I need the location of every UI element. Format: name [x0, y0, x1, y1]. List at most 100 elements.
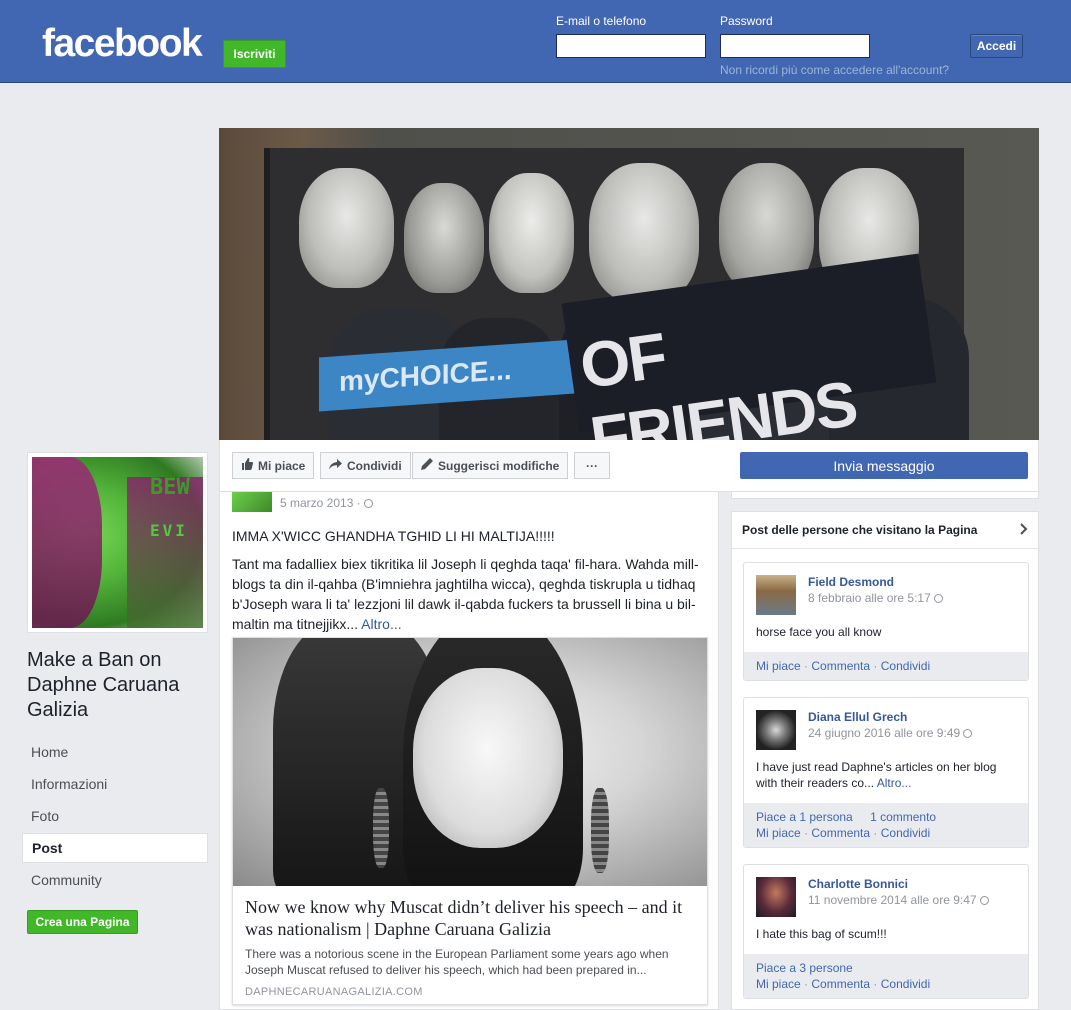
post-timestamp[interactable]: 5 marzo 2013 ·	[280, 496, 374, 510]
share-label: Condividi	[347, 458, 402, 473]
login-button[interactable]: Accedi	[970, 34, 1023, 58]
visitor-name[interactable]: Field Desmond	[808, 575, 894, 589]
visitor-post-actions: Mi piace · Commenta · Condividi	[744, 652, 1028, 680]
visitor-name[interactable]: Diana Ellul Grech	[808, 710, 907, 724]
separator-dot: ·	[804, 977, 809, 991]
thumbs-up-icon	[241, 458, 254, 473]
post-date-text: 5 marzo 2013 ·	[280, 496, 365, 510]
photo-earring	[373, 788, 389, 868]
nav-item-photos[interactable]: Foto	[22, 801, 208, 831]
separator-dot: ·	[873, 659, 878, 673]
email-field[interactable]	[556, 34, 706, 58]
comment-link[interactable]: Commenta	[811, 826, 870, 840]
pencil-icon	[421, 458, 433, 473]
separator-dot: ·	[873, 977, 878, 991]
see-more-link[interactable]: Altro...	[877, 776, 912, 790]
password-label: Password	[720, 14, 773, 28]
figure-face	[489, 173, 574, 293]
chevron-right-icon[interactable]	[1020, 522, 1028, 540]
page-nav: Home Informazioni Foto Post Community	[22, 737, 208, 897]
visitor-post-date[interactable]: 8 febbraio alle ore 5:17	[808, 591, 944, 605]
profile-image-hair	[32, 457, 102, 628]
avatar[interactable]	[756, 575, 796, 615]
link-domain: DAPHNECARUANAGALIZIA.COM	[245, 986, 423, 998]
signup-button[interactable]: Iscriviti	[223, 40, 286, 68]
comment-link[interactable]: Commenta	[811, 977, 870, 991]
post-heading: IMMA X'WICC GHANDHA TGHID LI HI MALTIJA!…	[232, 528, 555, 544]
visitor-posts-header[interactable]: Post delle persone che visitano la Pagin…	[732, 512, 1038, 549]
link-preview-body: Now we know why Muscat didn’t deliver hi…	[233, 886, 707, 1008]
more-icon[interactable]: ···	[574, 452, 610, 479]
photo-earring	[591, 788, 609, 873]
globe-icon	[979, 896, 989, 905]
email-label: E-mail o telefono	[556, 14, 647, 28]
like-link[interactable]: Mi piace	[756, 659, 801, 673]
share-arrow-icon	[329, 458, 342, 473]
visitor-post-date[interactable]: 24 giugno 2016 alle ore 9:49	[808, 726, 973, 740]
comment-link[interactable]: Commenta	[811, 659, 870, 673]
create-page-button[interactable]: Crea una Pagina	[27, 910, 138, 934]
globe-icon	[963, 729, 973, 738]
avatar[interactable]	[756, 710, 796, 750]
post-card: 5 marzo 2013 · IMMA X'WICC GHANDHA TGHID…	[219, 492, 719, 1010]
visitor-post-text: I hate this bag of scum!!!	[756, 927, 887, 941]
cover-photo[interactable]: myCHOICE... OF FRIENDS	[219, 128, 1039, 440]
share-link[interactable]: Condividi	[881, 659, 930, 673]
top-bar: facebook Iscriviti E-mail o telefono Pas…	[0, 0, 1071, 83]
see-more-link[interactable]: Altro...	[361, 616, 401, 632]
visitor-post-stats: Piace a 1 persona 1 commento	[756, 809, 1016, 825]
right-column-top	[731, 492, 1039, 499]
separator-dot: ·	[804, 826, 809, 840]
suggest-edits-button[interactable]: Suggerisci modifiche	[412, 452, 569, 479]
page-title: Make a Ban on Daphne Caruana Galizia	[27, 649, 180, 721]
share-link[interactable]: Condividi	[881, 977, 930, 991]
post-author-avatar[interactable]	[232, 492, 272, 512]
link-title[interactable]: Now we know why Muscat didn’t deliver hi…	[245, 896, 695, 940]
send-message-button[interactable]: Invia messaggio	[740, 452, 1028, 479]
profile-image: BEW EVI	[32, 457, 203, 628]
visitor-posts-title: Post delle persone che visitano la Pagin…	[742, 523, 978, 537]
likes-count-link[interactable]: Piace a 1 persona	[756, 810, 853, 824]
visitor-post-date-text: 11 novembre 2014 alle ore 9:47	[808, 893, 980, 907]
link-preview-image[interactable]	[233, 638, 707, 886]
comments-count-link[interactable]: 1 commento	[870, 810, 936, 824]
visitor-post-date-text: 8 febbraio alle ore 5:17	[808, 591, 935, 605]
like-link[interactable]: Mi piace	[756, 826, 801, 840]
visitor-post-action-links: Mi piace · Commenta · Condividi	[756, 825, 1016, 841]
visitor-post-stats: Piace a 3 persone	[756, 960, 1016, 976]
page-action-bar: Mi piace Condividi Suggerisci modifiche …	[219, 440, 1039, 492]
nav-item-home[interactable]: Home	[22, 737, 208, 767]
nav-item-info[interactable]: Informazioni	[22, 769, 208, 799]
profile-badge-1: BEW	[150, 475, 190, 500]
link-description: There was a notorious scene in the Europ…	[245, 947, 669, 977]
likes-count-link[interactable]: Piace a 3 persone	[756, 961, 853, 975]
password-field[interactable]	[720, 34, 870, 58]
visitor-name[interactable]: Charlotte Bonnici	[808, 877, 908, 891]
post-body-content: Tant ma fadalliex biex tikritika lil Jos…	[232, 556, 699, 632]
visitor-post-date[interactable]: 11 novembre 2014 alle ore 9:47	[808, 893, 989, 907]
visitor-post-actions: Piace a 3 persone Mi piace · Commenta · …	[744, 954, 1028, 998]
link-preview[interactable]: Now we know why Muscat didn’t deliver hi…	[232, 637, 708, 1005]
globe-icon	[364, 499, 374, 508]
visitor-post-card: Field Desmond 8 febbraio alle ore 5:17 h…	[743, 562, 1029, 681]
nav-item-community[interactable]: Community	[22, 865, 208, 895]
like-page-button[interactable]: Mi piace	[232, 452, 315, 479]
profile-badge-2: EVI	[150, 521, 188, 540]
share-button[interactable]: Condividi	[320, 452, 411, 479]
visitor-post-actions: Piace a 1 persona 1 commento Mi piace · …	[744, 803, 1028, 847]
share-link[interactable]: Condividi	[881, 826, 930, 840]
forgot-account-link[interactable]: Non ricordi più come accedere all'accoun…	[720, 63, 949, 77]
nav-item-posts[interactable]: Post	[22, 833, 208, 863]
globe-icon	[934, 594, 944, 603]
avatar[interactable]	[756, 877, 796, 917]
figure-face	[299, 168, 394, 288]
visitor-post-action-links: Mi piace · Commenta · Condividi	[756, 976, 1016, 992]
visitor-post-text: horse face you all know	[756, 625, 882, 639]
visitor-post-card: Diana Ellul Grech 24 giugno 2016 alle or…	[743, 697, 1029, 848]
profile-picture[interactable]: BEW EVI	[27, 452, 208, 633]
like-link[interactable]: Mi piace	[756, 977, 801, 991]
visitor-post-date-text: 24 giugno 2016 alle ore 9:49	[808, 726, 964, 740]
post-body-text: Tant ma fadalliex biex tikritika lil Jos…	[232, 554, 708, 634]
post-body: IMMA X'WICC GHANDHA TGHID LI HI MALTIJA!…	[232, 526, 708, 642]
facebook-logo[interactable]: facebook	[42, 22, 203, 66]
